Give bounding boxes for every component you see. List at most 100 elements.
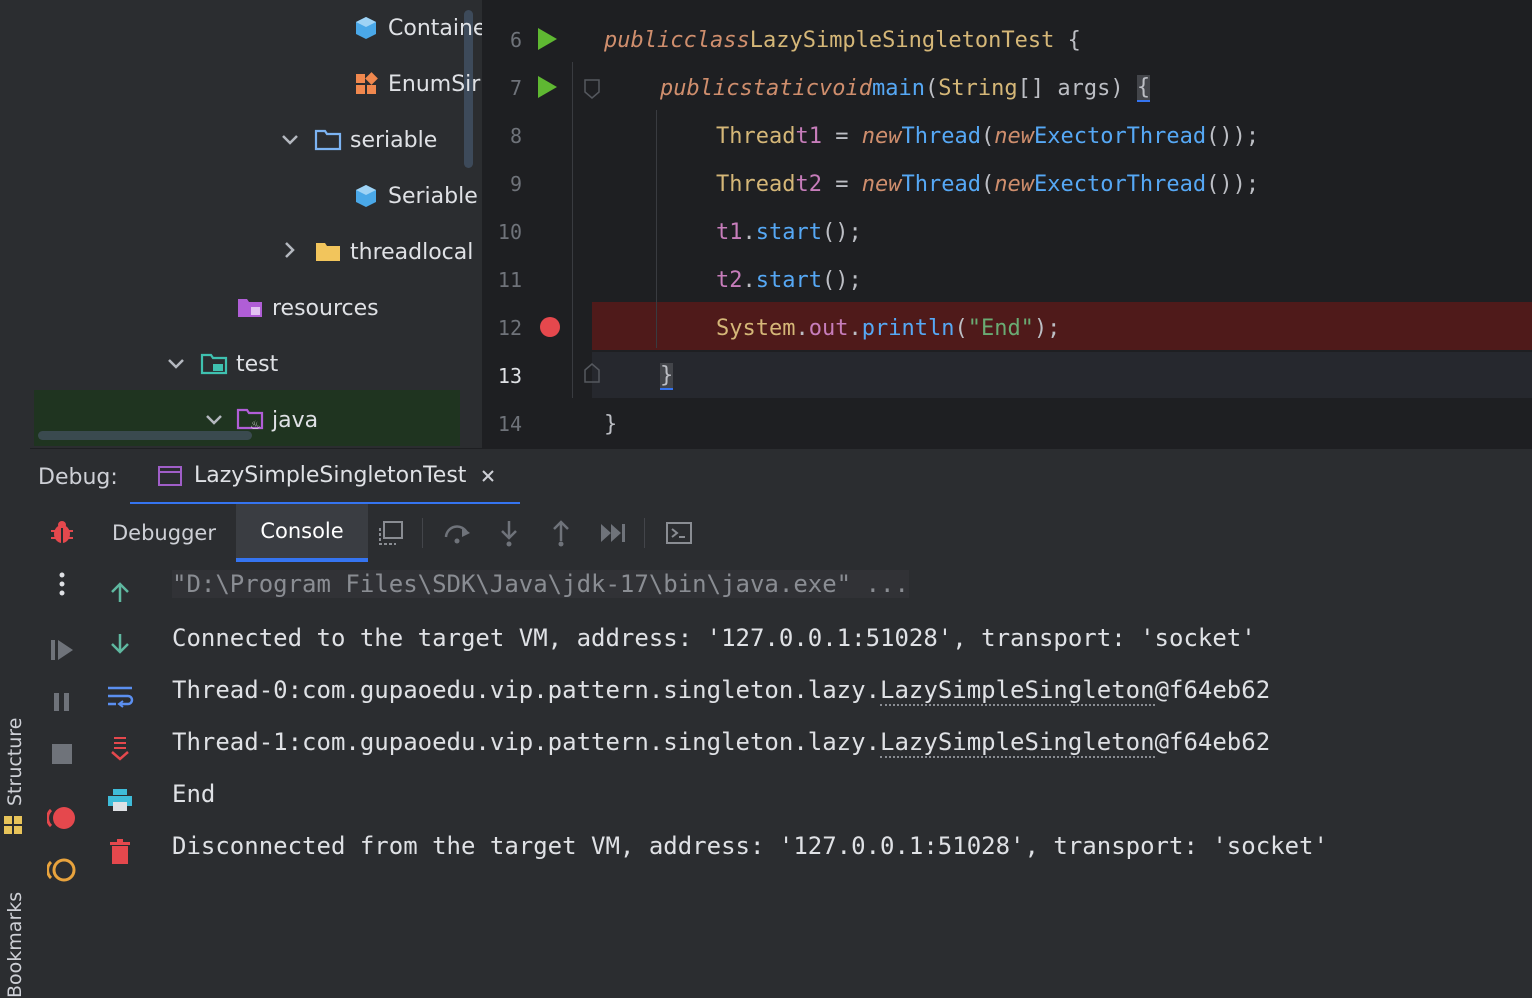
chevron-down-icon[interactable] (280, 130, 300, 150)
test-folder-icon (200, 350, 228, 378)
line-number: 12 (497, 316, 522, 340)
debug-label: Debug: (38, 465, 118, 490)
tree-item[interactable]: seriable (314, 112, 437, 168)
editor-gutter[interactable]: 6 7 8 9 10 11 12 13 14 (482, 0, 600, 448)
console-panel[interactable]: "D:\Program Files\SDK\Java\jdk-17\bin\ja… (92, 562, 1532, 930)
resume-button[interactable] (44, 632, 80, 668)
toolbar-separator (422, 518, 423, 548)
code-line-10: t1. start (); (716, 219, 862, 245)
scroll-to-end-icon (111, 737, 129, 761)
console-text: Thread-0:com.gupaoedu.vip.pattern.single… (172, 676, 881, 704)
arrow-down-icon (111, 634, 129, 654)
mute-breakpoints-button[interactable] (44, 852, 80, 888)
soft-wrap-icon (108, 686, 134, 708)
svg-text:♨: ♨ (250, 418, 261, 432)
debug-tool-window-header: Debug: LazySimpleSingletonTest (30, 448, 1532, 505)
bookmarks-tool-label[interactable]: Bookmarks (4, 892, 26, 998)
toolbar-separator (644, 518, 645, 548)
chevron-down-icon[interactable] (166, 354, 186, 374)
console-text: Thread-1:com.gupaoedu.vip.pattern.single… (172, 728, 881, 756)
tab-console-label: Console (260, 519, 344, 543)
close-icon[interactable] (480, 468, 496, 484)
print-button[interactable] (104, 784, 136, 816)
line-number: 8 (509, 124, 522, 148)
tab-debugger[interactable]: Debugger (92, 504, 236, 562)
tree-item-label: threadlocal (350, 239, 474, 265)
console-line-thread1: Thread-1:com.gupaoedu.vip.pattern.single… (172, 728, 1271, 758)
tree-item-label: java (272, 407, 319, 433)
code-editor[interactable]: 6 7 8 9 10 11 12 13 14 public class Lazy… (482, 0, 1532, 448)
trash-icon (110, 839, 130, 864)
current-line-highlight (482, 352, 1532, 398)
code-line-12: System. out. println("End"); (716, 315, 1061, 341)
class-link[interactable]: LazySimpleSingleton (880, 676, 1155, 706)
tree-item-label: seriable (350, 127, 438, 153)
console-line-disconnected: Disconnected from the target VM, address… (172, 832, 1328, 860)
structure-tool-label[interactable]: Structure (4, 718, 26, 806)
tree-item-label: test (236, 351, 279, 377)
console-line-connected: Connected to the target VM, address: '12… (172, 624, 1256, 652)
debug-session-tab[interactable]: LazySimpleSingletonTest (130, 449, 520, 505)
pause-button[interactable] (44, 684, 80, 720)
console-text: @f64eb62 (1154, 676, 1271, 704)
step-out-icon (553, 520, 569, 547)
step-into-button[interactable] (492, 516, 526, 550)
tree-item[interactable]: resources (236, 280, 379, 336)
code-line-14: } (604, 411, 618, 437)
stop-button[interactable] (44, 736, 80, 772)
rerun-debug-button[interactable] (44, 514, 80, 550)
class-link[interactable]: LazySimpleSingleton (880, 728, 1155, 758)
folder-icon (314, 238, 342, 266)
arrow-up-icon (111, 582, 129, 602)
scroll-to-end-button[interactable] (104, 732, 136, 764)
console-text: @f64eb62 (1154, 728, 1271, 756)
tree-item[interactable]: Containe (352, 0, 482, 56)
scroll-up-button[interactable] (104, 576, 136, 608)
tree-item-label: EnumSir (388, 71, 481, 97)
step-out-button[interactable] (544, 516, 578, 550)
soft-wrap-button[interactable] (104, 680, 136, 712)
code-line-6: public class LazySimpleSingletonTest { (604, 27, 1081, 53)
tree-horizontal-scrollbar[interactable] (38, 431, 252, 440)
more-options-button[interactable] (44, 566, 80, 602)
tree-item-label: resources (272, 295, 379, 321)
tab-debugger-label: Debugger (112, 521, 216, 545)
fold-close-icon[interactable] (583, 362, 601, 384)
breakpoints-icon (47, 807, 75, 829)
console-line-command: "D:\Program Files\SDK\Java\jdk-17\bin\ja… (172, 570, 909, 598)
breakpoint-icon[interactable] (539, 316, 561, 338)
run-to-cursor-button[interactable] (596, 516, 630, 550)
fold-open-icon[interactable] (583, 78, 601, 100)
tab-console[interactable]: Console (236, 504, 368, 562)
run-gutter-icon[interactable] (536, 27, 558, 51)
run-gutter-icon[interactable] (536, 75, 558, 99)
step-over-button[interactable] (440, 516, 474, 550)
chevron-right-icon[interactable] (280, 240, 300, 260)
code-line-13: } (660, 362, 674, 390)
tree-item[interactable]: EnumSir (352, 56, 480, 112)
layout-icon (379, 521, 403, 545)
restore-layout-button[interactable] (374, 516, 408, 550)
mute-breakpoints-icon (47, 858, 76, 882)
step-over-icon (444, 525, 470, 544)
line-number: 13 (497, 364, 522, 388)
tree-item[interactable]: threadlocal (314, 224, 473, 280)
structure-icon[interactable] (3, 815, 23, 835)
console-line-end: End (172, 780, 216, 808)
tree-item[interactable]: test (200, 336, 278, 392)
chevron-down-icon[interactable] (204, 410, 224, 430)
line-number: 6 (509, 28, 522, 52)
debug-side-toolbar (30, 504, 92, 930)
line-number: 10 (497, 220, 522, 244)
window-icon (158, 465, 182, 486)
code-line-8: Thread t1 = new Thread(new ExectorThread… (716, 123, 1260, 149)
code-line-7: public static void main(String[] args) { (660, 74, 1151, 102)
view-breakpoints-button[interactable] (44, 800, 80, 836)
code-line-11: t2. start (); (716, 267, 862, 293)
evaluate-expression-button[interactable] (662, 516, 696, 550)
line-number: 11 (497, 268, 522, 292)
clear-all-button[interactable] (104, 836, 136, 868)
scroll-down-button[interactable] (104, 628, 136, 660)
tree-item[interactable]: Seriable (352, 168, 478, 224)
bug-icon (51, 521, 73, 543)
